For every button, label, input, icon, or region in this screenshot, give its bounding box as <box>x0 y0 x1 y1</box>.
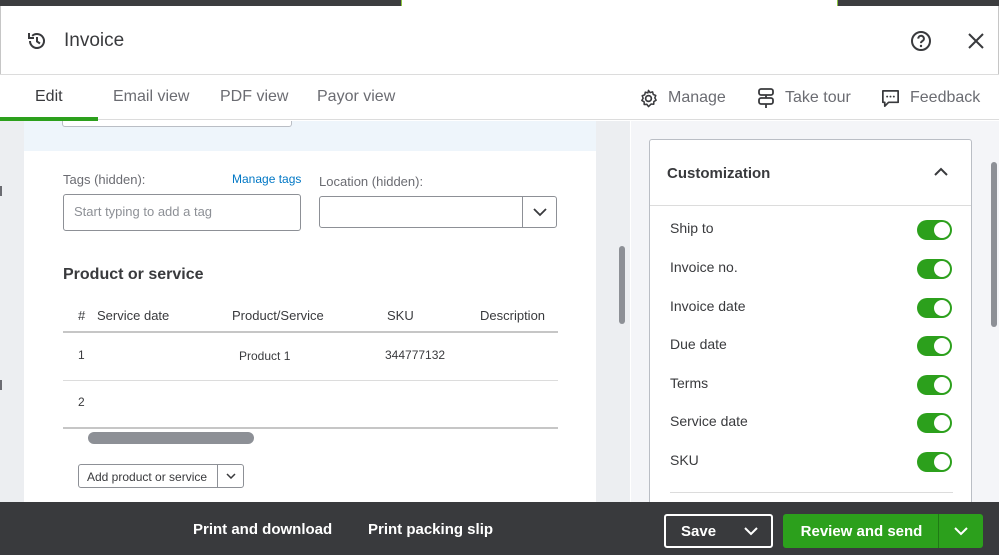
row-number: 2 <box>78 395 85 409</box>
chevron-up-icon[interactable] <box>933 165 949 183</box>
panel-vertical-scrollbar[interactable] <box>991 162 997 327</box>
horizontal-scrollbar[interactable] <box>88 432 254 444</box>
option-label-ship-to: Ship to <box>670 220 714 236</box>
toggle-service-date[interactable] <box>917 413 952 433</box>
customization-title: Customization <box>667 165 771 182</box>
location-select[interactable] <box>319 196 557 228</box>
table-header-divider <box>63 331 558 333</box>
toggle-invoice-date[interactable] <box>917 298 952 318</box>
tab-email-view[interactable]: Email view <box>113 88 189 106</box>
customization-bottom-divider <box>670 492 953 493</box>
add-product-button[interactable]: Add product or service <box>78 464 244 488</box>
chevron-down-icon[interactable] <box>731 526 771 536</box>
chevron-down-icon[interactable] <box>939 526 983 536</box>
take-tour-button[interactable]: Take tour <box>756 86 851 110</box>
option-label-due-date: Due date <box>670 336 727 352</box>
signpost-icon <box>758 88 774 108</box>
modal-header: Invoice <box>0 6 999 74</box>
invoice-form: Tags (hidden): Manage tags Start typing … <box>24 121 596 502</box>
option-label-invoice-no: Invoice no. <box>670 259 738 275</box>
customization-card: Customization Ship to Invoice no. Invoic… <box>649 139 972 519</box>
option-label-sku: SKU <box>670 452 699 468</box>
history-icon[interactable] <box>26 30 48 52</box>
column-header-service-date: Service date <box>97 308 170 323</box>
manage-label: Manage <box>668 89 726 106</box>
column-header-sku: SKU <box>387 308 414 323</box>
footer-bar: Print and download Print packing slip Sa… <box>0 502 999 555</box>
left-edge-mark <box>0 186 2 196</box>
tab-payor-view[interactable]: Payor view <box>317 88 395 106</box>
feedback-label: Feedback <box>910 89 981 106</box>
print-download-button[interactable]: Print and download <box>193 521 332 538</box>
tab-bar: Edit Email view PDF view Payor view Mana… <box>0 74 999 121</box>
chevron-down-icon[interactable] <box>522 197 556 227</box>
option-label-invoice-date: Invoice date <box>670 298 746 314</box>
column-header-product: Product/Service <box>232 308 324 323</box>
table-bottom-divider <box>63 427 558 429</box>
row-sku[interactable]: 344777132 <box>385 348 445 362</box>
manage-tags-link[interactable]: Manage tags <box>232 172 301 186</box>
row-divider <box>63 380 558 381</box>
toggle-ship-to[interactable] <box>917 220 952 240</box>
toggle-sku[interactable] <box>917 452 952 472</box>
previous-field-input[interactable] <box>62 121 292 127</box>
gear-icon <box>641 89 657 107</box>
help-icon[interactable] <box>910 30 932 52</box>
review-and-send-button[interactable]: Review and send <box>783 514 983 548</box>
tags-label: Tags (hidden): <box>63 172 146 187</box>
tags-input[interactable]: Start typing to add a tag <box>63 194 301 231</box>
save-button[interactable]: Save <box>664 514 773 548</box>
column-header-description: Description <box>480 308 546 323</box>
form-vertical-scrollbar[interactable] <box>619 246 625 324</box>
toggle-due-date[interactable] <box>917 336 952 356</box>
row-number: 1 <box>78 348 85 362</box>
option-label-service-date: Service date <box>670 413 748 429</box>
add-product-label: Add product or service <box>87 470 208 484</box>
print-packing-slip-button[interactable]: Print packing slip <box>368 521 493 538</box>
left-edge-mark <box>0 380 2 390</box>
section-title: Product or service <box>63 266 204 283</box>
customization-panel: Customization Ship to Invoice no. Invoic… <box>631 121 999 519</box>
page-title: Invoice <box>64 30 125 51</box>
location-label: Location (hidden): <box>319 174 424 189</box>
tab-edit[interactable]: Edit <box>35 88 63 106</box>
close-icon[interactable] <box>965 30 987 52</box>
column-header-number: # <box>78 308 86 323</box>
review-and-send-label: Review and send <box>800 522 923 540</box>
feedback-button[interactable]: Feedback <box>880 86 980 110</box>
toggle-terms[interactable] <box>917 375 952 395</box>
save-label: Save <box>681 522 717 540</box>
tab-pdf-view[interactable]: PDF view <box>220 88 288 106</box>
chat-bubble-icon <box>882 89 899 107</box>
customization-divider <box>650 205 971 206</box>
toggle-invoice-no[interactable] <box>917 259 952 279</box>
manage-button[interactable]: Manage <box>638 86 726 110</box>
take-tour-label: Take tour <box>785 89 851 106</box>
option-label-terms: Terms <box>670 375 709 391</box>
row-product[interactable]: Product 1 <box>239 349 290 363</box>
chevron-down-icon[interactable] <box>217 465 243 487</box>
